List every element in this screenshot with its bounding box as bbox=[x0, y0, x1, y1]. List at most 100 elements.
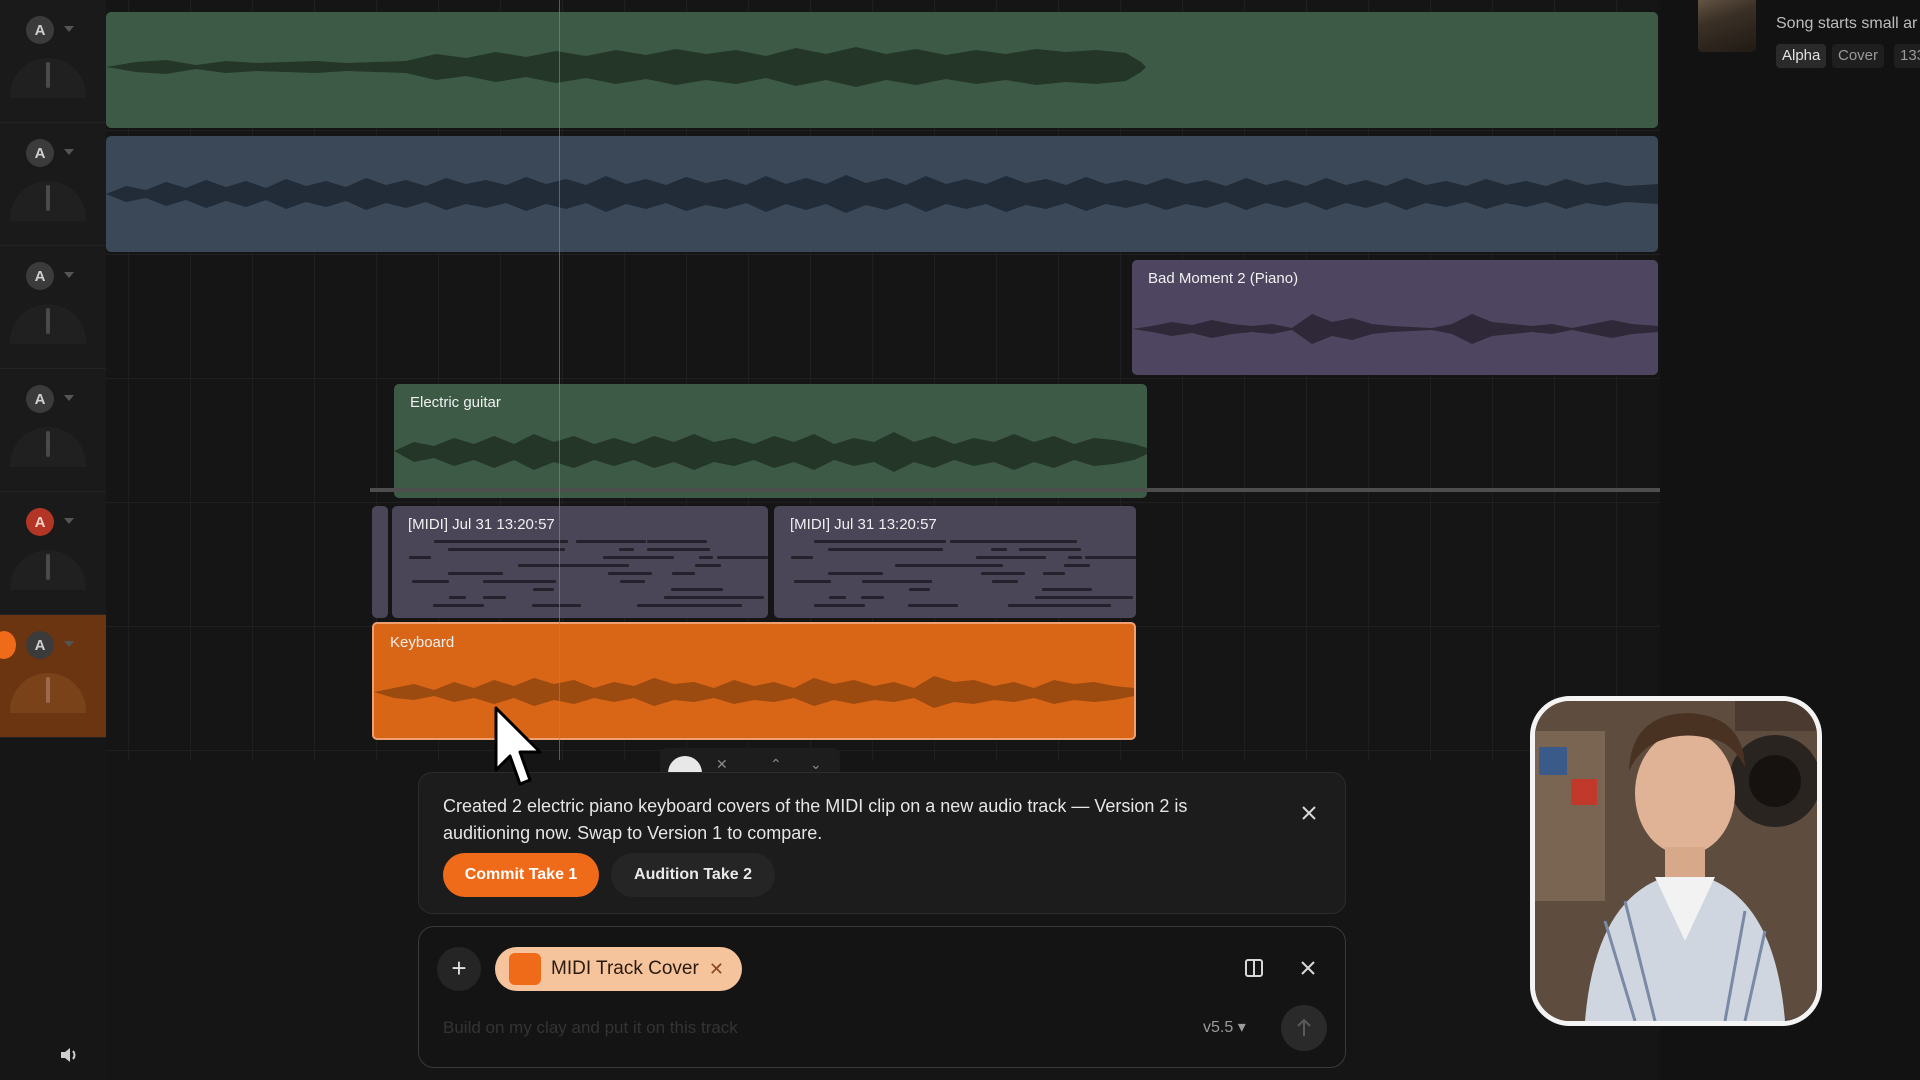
chevron-down-icon[interactable] bbox=[64, 518, 74, 524]
midi-note bbox=[861, 596, 885, 599]
prompt-input[interactable] bbox=[443, 1013, 1143, 1043]
midi-note bbox=[981, 572, 1025, 575]
song-thumbnail[interactable] bbox=[1698, 0, 1756, 52]
audition-take-button[interactable]: Audition Take 2 bbox=[611, 853, 775, 897]
clip-label: Electric guitar bbox=[410, 394, 501, 411]
chevron-down-icon[interactable] bbox=[64, 272, 74, 278]
lane-separator bbox=[106, 130, 1660, 131]
volume-knob[interactable] bbox=[10, 550, 86, 590]
split-panel-icon[interactable] bbox=[1243, 957, 1265, 979]
record-arm-button[interactable]: A bbox=[26, 139, 54, 167]
midi-note bbox=[814, 540, 850, 543]
model-version-label: v5.5 bbox=[1203, 1019, 1234, 1036]
volume-knob[interactable] bbox=[10, 58, 86, 98]
midi-note bbox=[602, 556, 660, 559]
midi-note bbox=[1042, 572, 1066, 575]
track-header-4[interactable]: A bbox=[0, 369, 106, 492]
midi-note bbox=[618, 548, 635, 551]
record-arm-button[interactable]: A bbox=[26, 16, 54, 44]
clip-label: Bad Moment 2 (Piano) bbox=[1148, 270, 1299, 287]
send-button[interactable] bbox=[1281, 1005, 1327, 1051]
timeline[interactable]: Bad Moment 2 (Piano) Electric guitar [MI… bbox=[106, 0, 1660, 1080]
chevron-down-icon[interactable] bbox=[64, 641, 74, 647]
solo-indicator[interactable] bbox=[0, 631, 16, 659]
volume-knob[interactable] bbox=[10, 181, 86, 221]
midi-note bbox=[975, 556, 1033, 559]
chevron-up-icon[interactable]: ⌃ bbox=[770, 756, 782, 773]
chevron-down-icon[interactable] bbox=[64, 149, 74, 155]
audio-clip-track-4[interactable]: Electric guitar bbox=[394, 384, 1147, 498]
close-icon[interactable] bbox=[1297, 801, 1321, 825]
midi-note bbox=[482, 580, 532, 583]
playhead[interactable] bbox=[559, 0, 560, 760]
close-icon[interactable]: ✕ bbox=[716, 756, 728, 773]
midi-note bbox=[962, 564, 1003, 567]
close-icon[interactable] bbox=[1297, 957, 1319, 979]
midi-note bbox=[588, 564, 629, 567]
record-arm-button[interactable]: A bbox=[26, 262, 54, 290]
midi-note bbox=[448, 548, 490, 551]
midi-note bbox=[828, 572, 883, 575]
mouse-cursor-icon bbox=[494, 706, 542, 786]
remove-chip-icon[interactable]: ✕ bbox=[709, 959, 724, 980]
midi-note bbox=[1018, 548, 1081, 551]
midi-note bbox=[1068, 556, 1083, 559]
record-arm-button[interactable]: A bbox=[26, 508, 54, 536]
midi-note bbox=[716, 556, 768, 559]
record-arm-button[interactable]: A bbox=[26, 631, 54, 659]
track-header-3[interactable]: A bbox=[0, 246, 106, 369]
volume-knob[interactable] bbox=[10, 673, 86, 713]
audio-clip-track-1[interactable] bbox=[106, 12, 1658, 128]
midi-clip-1[interactable]: [MIDI] Jul 31 13:20:57 bbox=[392, 506, 768, 618]
midi-note bbox=[829, 604, 865, 607]
track-header-2[interactable]: A bbox=[0, 123, 106, 246]
tag-alpha[interactable]: Alpha bbox=[1776, 44, 1827, 68]
midi-note bbox=[1063, 564, 1090, 567]
midi-note bbox=[607, 572, 652, 575]
speaker-icon[interactable] bbox=[58, 1044, 80, 1066]
midi-note bbox=[697, 604, 742, 607]
chevron-down-icon[interactable]: ⌄ bbox=[810, 756, 822, 773]
midi-note bbox=[828, 548, 870, 551]
chevron-down-icon[interactable] bbox=[64, 26, 74, 32]
audio-clip-track-3[interactable]: Bad Moment 2 (Piano) bbox=[1132, 260, 1658, 375]
context-chip[interactable]: MIDI Track Cover ✕ bbox=[495, 947, 742, 991]
midi-note bbox=[1008, 604, 1027, 607]
commit-take-button[interactable]: Commit Take 1 bbox=[443, 853, 599, 897]
midi-note bbox=[664, 596, 732, 599]
midi-note bbox=[619, 580, 646, 583]
midi-note bbox=[829, 596, 847, 599]
volume-knob[interactable] bbox=[10, 427, 86, 467]
track-header-5[interactable]: A bbox=[0, 492, 106, 615]
chevron-down-icon[interactable] bbox=[64, 395, 74, 401]
prompt-box: + MIDI Track Cover ✕ v5.5 ▾ bbox=[418, 926, 1346, 1068]
tag-bpm[interactable]: 133 bbox=[1894, 44, 1920, 68]
track-header-1[interactable]: A bbox=[0, 0, 106, 123]
loop-region-line[interactable] bbox=[370, 488, 1660, 492]
midi-note bbox=[1077, 588, 1093, 591]
midi-note bbox=[448, 596, 466, 599]
presenter-video bbox=[1535, 701, 1817, 1021]
midi-clip-2[interactable]: [MIDI] Jul 31 13:20:57 bbox=[774, 506, 1136, 618]
tag-cover[interactable]: Cover bbox=[1832, 44, 1885, 68]
add-attachment-button[interactable]: + bbox=[437, 947, 481, 991]
audio-clip-track-2[interactable] bbox=[106, 136, 1658, 252]
waveform bbox=[106, 47, 1146, 87]
model-version-select[interactable]: v5.5 ▾ bbox=[1203, 1017, 1246, 1037]
track-headers: A A A A A A bbox=[0, 0, 106, 1080]
midi-note bbox=[541, 588, 554, 591]
clip-label: [MIDI] Jul 31 13:20:57 bbox=[408, 516, 555, 533]
audio-clip-keyboard[interactable]: Keyboard bbox=[372, 622, 1136, 740]
record-arm-button[interactable]: A bbox=[26, 385, 54, 413]
midi-note bbox=[636, 604, 655, 607]
midi-note bbox=[524, 564, 578, 567]
song-title[interactable]: Song starts small ar bbox=[1776, 15, 1917, 33]
midi-note bbox=[708, 588, 724, 591]
midi-note bbox=[433, 540, 469, 543]
volume-knob[interactable] bbox=[10, 304, 86, 344]
midi-clip-edge[interactable] bbox=[372, 506, 388, 618]
midi-note bbox=[1034, 596, 1103, 599]
track-header-6[interactable]: A bbox=[0, 615, 106, 738]
midi-note bbox=[671, 588, 710, 591]
midi-note bbox=[992, 580, 1018, 583]
